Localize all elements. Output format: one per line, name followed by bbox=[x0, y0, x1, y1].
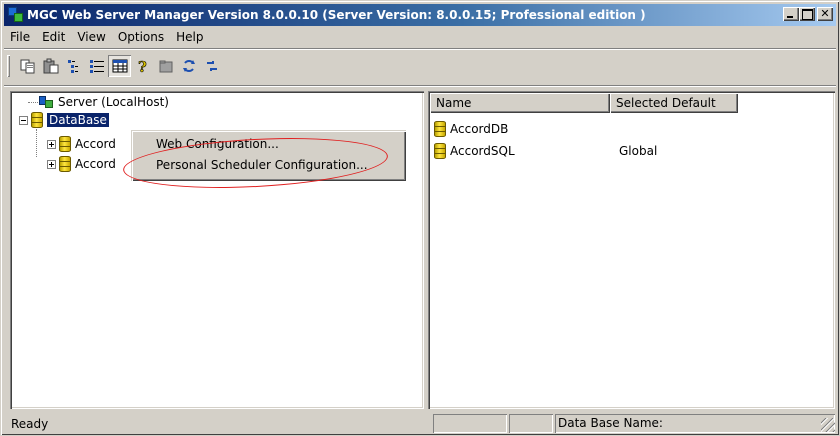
tree-label-database: DataBase bbox=[46, 112, 110, 128]
list-item-name: AccordSQL bbox=[450, 144, 515, 158]
list-item-default: Global bbox=[619, 144, 658, 158]
help-icon: ? bbox=[137, 58, 147, 74]
paste-icon bbox=[43, 58, 58, 74]
list-icon bbox=[67, 60, 78, 73]
sync-button[interactable] bbox=[200, 55, 223, 77]
close-button[interactable]: ✕ bbox=[817, 7, 833, 21]
toolbar-separator bbox=[4, 85, 836, 87]
details-view-button[interactable] bbox=[85, 55, 108, 77]
sync-icon bbox=[206, 61, 217, 71]
copy-icon bbox=[20, 59, 34, 74]
expand-icon[interactable] bbox=[47, 139, 56, 149]
toolbar-grip[interactable] bbox=[7, 55, 10, 77]
tree-label-server: Server (LocalHost) bbox=[58, 95, 169, 109]
resize-grip[interactable] bbox=[821, 418, 835, 432]
column-header-selected-default[interactable]: Selected Default bbox=[610, 93, 738, 113]
app-window: MGC Web Server Manager Version 8.0.0.10 … bbox=[0, 0, 840, 436]
folder-button[interactable] bbox=[154, 55, 177, 77]
menu-bar: File Edit View Options Help bbox=[4, 27, 210, 47]
tree-label-accord-1: Accord bbox=[75, 137, 116, 151]
status-panel-1 bbox=[433, 414, 507, 433]
tree-node-accord-2[interactable]: Accord bbox=[47, 155, 116, 173]
database-icon bbox=[434, 143, 446, 159]
menu-file[interactable]: File bbox=[4, 28, 36, 46]
tree-label-accord-2: Accord bbox=[75, 157, 116, 171]
refresh-button[interactable] bbox=[177, 55, 200, 77]
details-icon bbox=[89, 60, 104, 73]
tree-connector bbox=[36, 129, 37, 157]
title-bar[interactable]: MGC Web Server Manager Version 8.0.0.10 … bbox=[4, 4, 836, 26]
menu-view[interactable]: View bbox=[71, 28, 111, 46]
menu-options[interactable]: Options bbox=[112, 28, 170, 46]
tree-node-database[interactable]: DataBase bbox=[19, 111, 110, 129]
menu-separator bbox=[4, 48, 836, 50]
list-header: Name Selected Default bbox=[430, 93, 738, 113]
server-icon bbox=[38, 95, 54, 109]
svg-text:?: ? bbox=[138, 58, 147, 74]
list-item-name: AccordDB bbox=[450, 122, 509, 136]
maximize-button[interactable] bbox=[799, 7, 815, 21]
list-pane[interactable]: Name Selected Default AccordDB AccordSQL… bbox=[428, 91, 835, 409]
folder-icon bbox=[159, 60, 172, 73]
paste-button[interactable] bbox=[39, 55, 62, 77]
table-icon bbox=[112, 59, 127, 73]
refresh-icon bbox=[182, 60, 195, 72]
database-icon bbox=[59, 156, 71, 172]
database-icon bbox=[31, 112, 43, 128]
copy-button[interactable] bbox=[16, 55, 39, 77]
app-icon[interactable] bbox=[8, 7, 24, 23]
collapse-icon[interactable] bbox=[19, 115, 28, 125]
status-panel-db-name: Data Base Name: bbox=[555, 414, 835, 433]
status-bar: Ready Data Base Name: bbox=[4, 413, 836, 433]
table-view-button[interactable] bbox=[108, 55, 131, 77]
window-controls: ✕ bbox=[783, 7, 833, 21]
menu-item-personal-scheduler-configuration[interactable]: Personal Scheduler Configuration... bbox=[134, 155, 403, 175]
database-icon bbox=[434, 121, 446, 137]
tree-node-accord-1[interactable]: Accord bbox=[47, 135, 116, 153]
expand-icon[interactable] bbox=[47, 159, 56, 169]
help-button[interactable]: ? bbox=[131, 55, 154, 77]
minimize-button[interactable] bbox=[783, 7, 799, 21]
window-title: MGC Web Server Manager Version 8.0.0.10 … bbox=[27, 8, 646, 22]
list-view-button[interactable] bbox=[62, 55, 85, 77]
minimize-icon bbox=[783, 7, 799, 21]
menu-edit[interactable]: Edit bbox=[36, 28, 71, 46]
tree-node-server[interactable]: Server (LocalHost) bbox=[38, 93, 169, 111]
close-icon: ✕ bbox=[820, 7, 830, 20]
context-menu: Web Configuration... Personal Scheduler … bbox=[131, 130, 406, 181]
menu-item-web-configuration[interactable]: Web Configuration... bbox=[134, 134, 403, 154]
database-icon bbox=[59, 136, 71, 152]
status-text: Ready bbox=[11, 417, 49, 431]
maximize-icon bbox=[799, 7, 815, 21]
menu-help[interactable]: Help bbox=[170, 28, 209, 46]
list-item[interactable]: AccordSQL Global bbox=[434, 141, 814, 161]
column-header-name[interactable]: Name bbox=[430, 93, 610, 113]
list-item[interactable]: AccordDB bbox=[434, 119, 508, 139]
toolbar: ? bbox=[4, 51, 836, 81]
status-panel-2 bbox=[509, 414, 553, 433]
